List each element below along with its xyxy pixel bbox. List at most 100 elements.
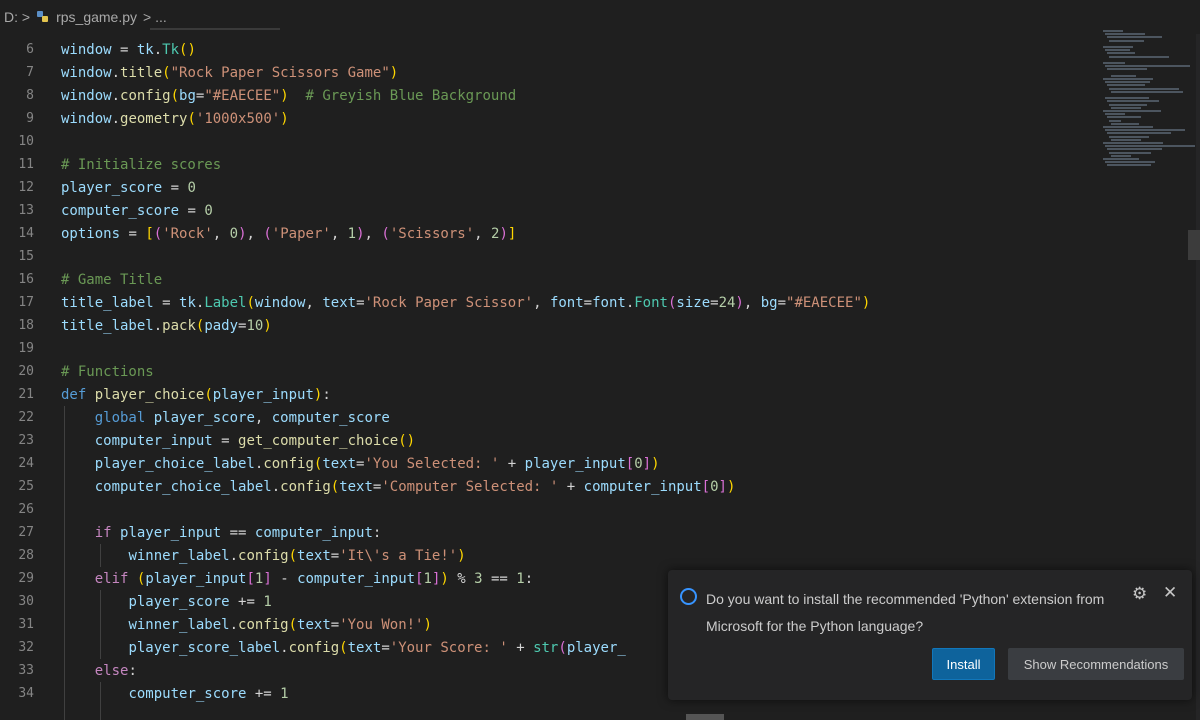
minimap-line [1107, 132, 1171, 135]
code-line[interactable]: 7 window.title("Rock Paper Scissors Game"… [0, 61, 1100, 84]
line-number: 24 [18, 456, 34, 471]
minimap-line [1111, 154, 1131, 157]
code-text: winner_label.config(text='It\'s a Tie!') [128, 547, 466, 564]
code-line[interactable]: 25 computer_choice_label.config(text='Co… [0, 475, 1100, 498]
line-number: 8 [26, 88, 34, 103]
minimap-line [1105, 129, 1185, 132]
code-line[interactable]: 17 title_label = tk.Label(window, text='R… [0, 291, 1100, 314]
line-number: 15 [18, 249, 34, 264]
line-number: 18 [18, 318, 34, 333]
code-line[interactable]: 6 window = tk.Tk() [0, 38, 1100, 61]
gear-icon[interactable]: ⚙ [1132, 584, 1147, 604]
code-line[interactable]: 14 options = [('Rock', 0), ('Paper', 1), … [0, 222, 1100, 245]
minimap-line [1111, 122, 1139, 125]
code-text: else: [94, 662, 137, 679]
line-number: 29 [18, 571, 34, 586]
minimap-line [1105, 145, 1195, 148]
minimap-line [1103, 110, 1161, 112]
minimap-line [1105, 161, 1155, 164]
breadcrumb-drive[interactable]: D: > [4, 9, 30, 25]
panel-sash[interactable] [686, 714, 724, 720]
minimap-line [1107, 68, 1147, 71]
code-line[interactable]: 21 def player_choice(player_input): [0, 383, 1100, 406]
line-number: 27 [18, 525, 34, 540]
code-text: player_score = 0 [61, 179, 196, 196]
minimap-line [1105, 65, 1190, 68]
line-number: 9 [26, 111, 34, 126]
line-number: 12 [18, 180, 34, 195]
code-line[interactable]: 15 [0, 245, 1100, 268]
code-text: computer_score = 0 [61, 202, 213, 219]
notification-message: Do you want to install the recommended '… [706, 591, 1105, 634]
minimap-line [1109, 151, 1151, 154]
code-line[interactable]: 12 player_score = 0 [0, 176, 1100, 199]
code-line[interactable]: 19 [0, 337, 1100, 360]
minimap-line [1109, 55, 1169, 58]
code-line[interactable]: 9 window.geometry('1000x500') [0, 107, 1100, 130]
code-line[interactable]: 8 window.config(bg="#EAECEE") # Greyish B… [0, 84, 1100, 107]
code-line[interactable]: 20 # Functions [0, 360, 1100, 383]
code-text: title_label.pack(pady=10) [61, 317, 272, 334]
code-line[interactable]: 27 if player_input == computer_input: [0, 521, 1100, 544]
minimap-line [1111, 106, 1141, 109]
code-text: computer_choice_label.config(text='Compu… [94, 478, 736, 495]
line-number: 13 [18, 203, 34, 218]
code-text: def player_choice(player_input): [61, 386, 331, 403]
breadcrumb-file[interactable]: rps_game.py [56, 9, 137, 25]
code-text: title_label = tk.Label(window, text='Roc… [61, 294, 871, 311]
line-number: 14 [18, 226, 34, 241]
code-line[interactable]: 26 [0, 498, 1100, 521]
line-number: 30 [18, 594, 34, 609]
minimap-line [1103, 158, 1139, 160]
code-text: window.geometry('1000x500') [61, 110, 289, 127]
line-number: 23 [18, 433, 34, 448]
line-number: 21 [18, 387, 34, 402]
minimap-line [1105, 97, 1149, 100]
minimap-line [1103, 30, 1123, 32]
minimap-line [1109, 103, 1147, 106]
minimap-line [1107, 116, 1141, 119]
breadcrumb-symbols[interactable]: > ... [143, 9, 167, 25]
minimap-line [1105, 81, 1150, 84]
vertical-scrollbar[interactable] [1196, 34, 1200, 720]
line-number: 16 [18, 272, 34, 287]
code-line[interactable]: 13 computer_score = 0 [0, 199, 1100, 222]
minimap-line [1109, 135, 1149, 138]
code-line[interactable]: 16 # Game Title [0, 268, 1100, 291]
minimap-line [1103, 46, 1133, 48]
line-number: 32 [18, 640, 34, 655]
line-number: 7 [26, 65, 34, 80]
code-line[interactable]: 10 [0, 130, 1100, 153]
line-number: 19 [18, 341, 34, 356]
minimap-line [1107, 100, 1159, 103]
code-text: # Game Title [61, 271, 163, 288]
code-line[interactable]: 23 computer_input = get_computer_choice(… [0, 429, 1100, 452]
minimap-line [1107, 84, 1145, 87]
code-text: player_score_label.config(text='Your Sco… [128, 639, 626, 656]
minimap-line [1111, 138, 1141, 141]
line-number: 22 [18, 410, 34, 425]
minimap-line [1103, 62, 1125, 64]
code-text: window.config(bg="#EAECEE") # Greyish Bl… [61, 87, 517, 104]
show-recommendations-button[interactable]: Show Recommendations [1008, 648, 1184, 680]
code-line[interactable]: 22 global player_score, computer_score [0, 406, 1100, 429]
code-line[interactable]: 11 # Initialize scores [0, 153, 1100, 176]
code-line[interactable]: 28 winner_label.config(text='It\'s a Tie… [0, 544, 1100, 567]
line-number: 28 [18, 548, 34, 563]
code-text: # Initialize scores [61, 156, 222, 173]
code-text: window.title("Rock Paper Scissors Game") [61, 64, 399, 81]
scrollbar-thumb[interactable] [1188, 230, 1200, 260]
close-icon[interactable]: ✕ [1163, 583, 1177, 603]
minimap-line [1109, 87, 1179, 90]
minimap-line [1105, 49, 1130, 52]
line-number: 20 [18, 364, 34, 379]
minimap[interactable] [1103, 30, 1195, 180]
minimap-line [1103, 78, 1153, 80]
code-text: elif (player_input[1] - computer_input[1… [94, 570, 534, 587]
code-line[interactable]: 18 title_label.pack(pady=10) [0, 314, 1100, 337]
code-line[interactable]: 24 player_choice_label.config(text='You … [0, 452, 1100, 475]
minimap-line [1109, 119, 1121, 122]
install-button[interactable]: Install [932, 648, 995, 680]
line-number: 33 [18, 663, 34, 678]
code-text: # Functions [61, 363, 154, 380]
